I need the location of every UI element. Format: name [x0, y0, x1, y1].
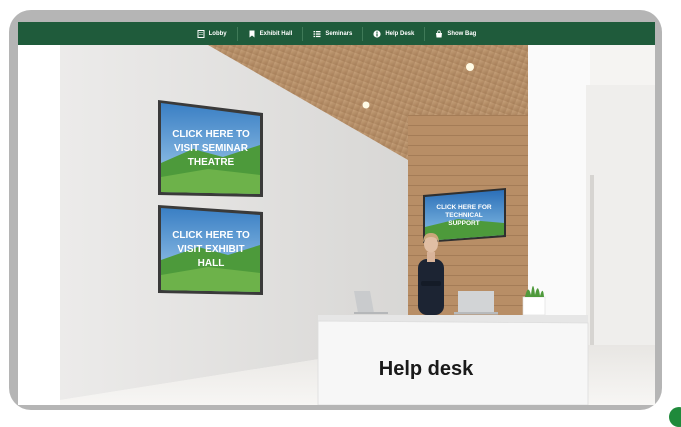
top-navigation-bar: Lobby Exhibit Hall Seminars Help Desk Sh…	[18, 22, 655, 45]
nav-divider	[362, 26, 364, 41]
bag-icon	[436, 29, 443, 37]
nav-divider	[236, 26, 238, 41]
building-icon	[197, 29, 205, 38]
exhibit-sign-line-3: HALL	[198, 258, 225, 269]
seminar-sign-line-2: VISIT SEMINAR	[174, 143, 249, 154]
list-icon	[313, 30, 321, 37]
corner-badge	[669, 407, 681, 427]
nav-help-desk[interactable]: Help Desk	[373, 29, 415, 38]
nav-help-desk-label: Help Desk	[385, 30, 415, 37]
info-icon	[373, 29, 381, 38]
nav-divider	[424, 26, 426, 41]
nav-lobby-label: Lobby	[208, 30, 227, 37]
ceiling-light	[362, 101, 370, 109]
exhibit-hall-sign[interactable]: CLICK HERE TO VISIT EXHIBIT HALL	[158, 205, 263, 295]
ceiling-light	[466, 63, 474, 71]
support-sign-line-3: SUPPORT	[448, 220, 479, 227]
bookmark-icon	[249, 30, 255, 37]
nav-seminars-label: Seminars	[325, 30, 353, 37]
exhibit-sign-line-1: CLICK HERE TO	[172, 230, 250, 241]
seminar-sign-line-1: CLICK HERE TO	[172, 129, 250, 140]
left-edge-wall	[18, 45, 60, 405]
nav-exhibit-hall-label: Exhibit Hall	[259, 30, 293, 37]
virtual-venue-screen: Lobby Exhibit Hall Seminars Help Desk Sh…	[18, 22, 655, 405]
wall-seam	[590, 175, 594, 365]
support-sign-line-2: TECHNICAL	[445, 212, 483, 219]
nav-divider	[302, 26, 304, 41]
support-sign-line-1: CLICK HERE FOR	[436, 204, 492, 211]
nav-show-bag-label: Show Bag	[447, 30, 477, 37]
exhibit-sign-line-2: VISIT EXHIBIT	[177, 244, 244, 255]
help-desk-label: Help desk	[379, 358, 474, 380]
help-desk-room: CLICK HERE TO VISIT SEMINAR THEATRE CLIC…	[18, 45, 655, 405]
laptop-right	[454, 291, 498, 315]
nav-lobby[interactable]: Lobby	[197, 29, 227, 38]
nav-show-bag[interactable]: Show Bag	[435, 29, 477, 38]
nav-seminars[interactable]: Seminars	[313, 30, 352, 38]
nav-exhibit-hall[interactable]: Exhibit Hall	[248, 30, 293, 38]
help-desk-counter[interactable]: Help desk	[317, 315, 589, 405]
seminar-sign-line-3: THEATRE	[188, 157, 235, 168]
seminar-theatre-sign[interactable]: CLICK HERE TO VISIT SEMINAR THEATRE	[158, 100, 263, 197]
